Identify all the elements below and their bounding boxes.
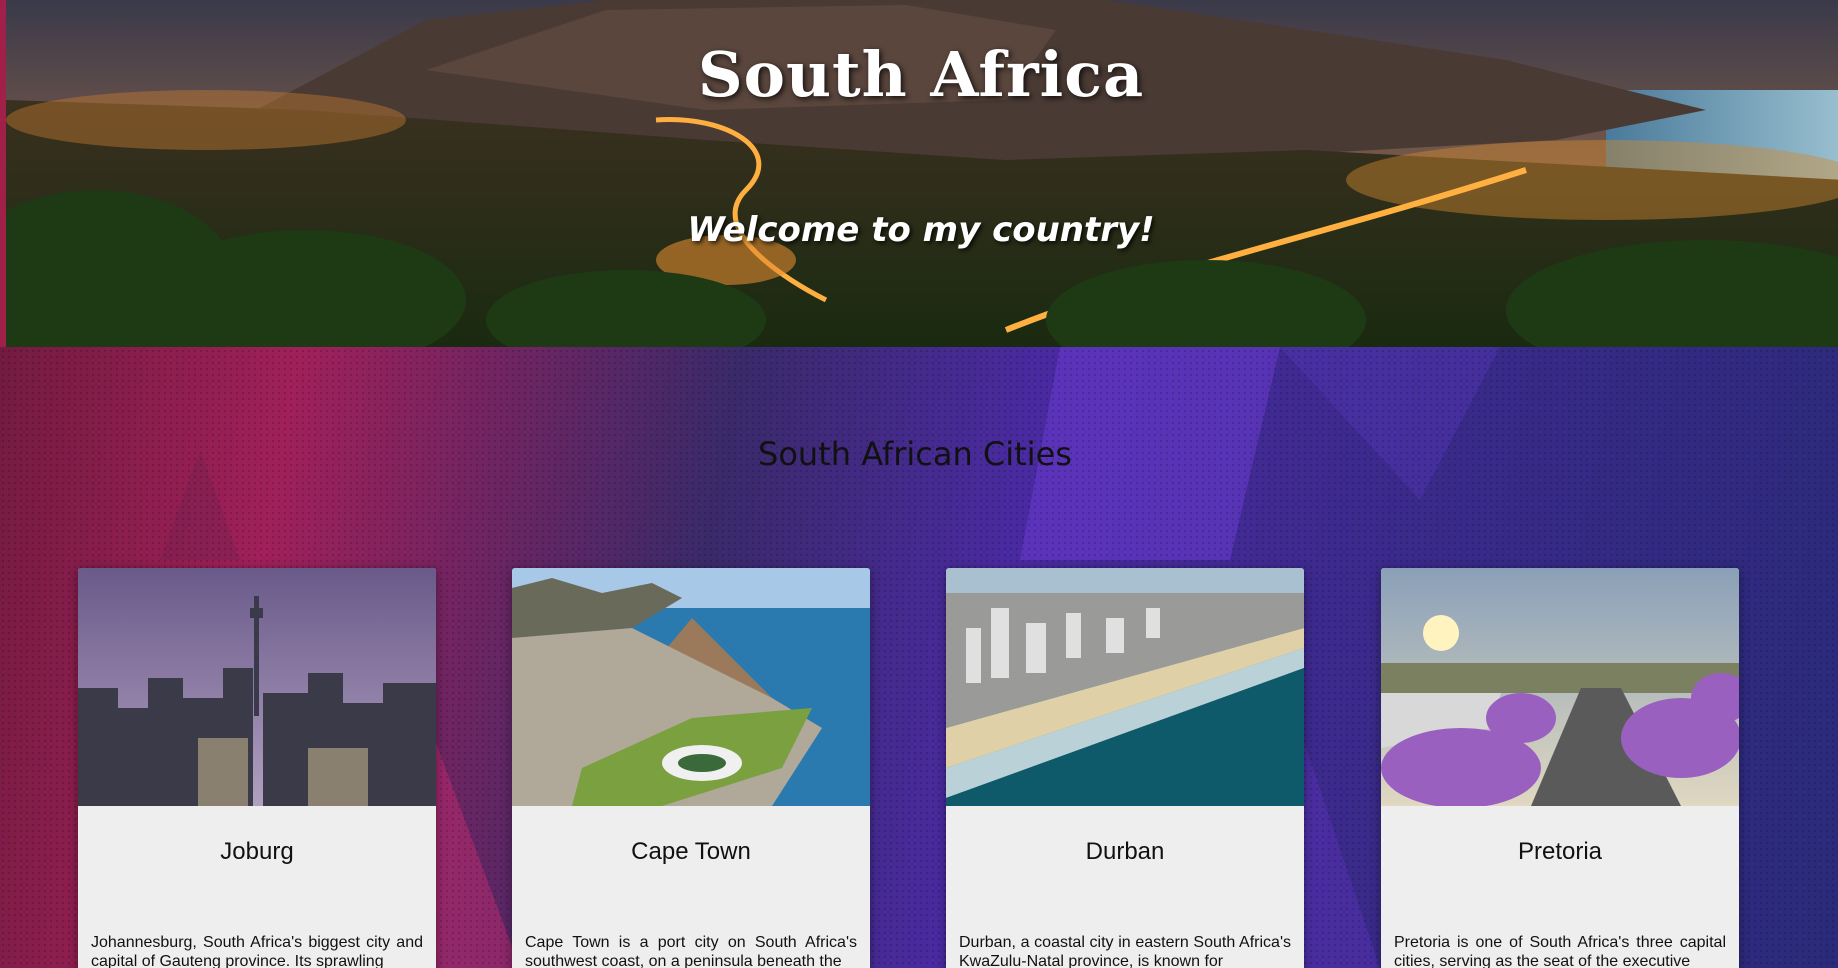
city-name: Cape Town [631,838,751,865]
cities-section-title: South African Cities [758,435,1072,473]
city-description: Johannesburg, South Africa's biggest cit… [91,934,423,968]
cape-town-photo [512,568,870,806]
city-description: Durban, a coastal city in eastern South … [959,934,1291,968]
durban-photo [946,568,1304,806]
city-description: Pretoria is one of South Africa's three … [1394,934,1726,968]
city-name: Joburg [220,838,294,865]
page-title: South Africa [697,38,1145,111]
page-subtitle: Welcome to my country! [687,210,1155,250]
city-card-cape-town: Cape Town Cape Town is a port city on So… [512,568,870,968]
hero-banner: South Africa Welcome to my country! [0,0,1838,347]
city-card-pretoria: Pretoria Pretoria is one of South Africa… [1381,568,1739,968]
city-card-joburg: Joburg Johannesburg, South Africa's bigg… [78,568,436,968]
city-name: Pretoria [1517,838,1603,865]
city-name: Durban [1085,838,1165,865]
pretoria-photo [1381,568,1739,806]
city-card-durban: Durban Durban, a coastal city in eastern… [946,568,1304,968]
joburg-photo [78,568,436,806]
city-description: Cape Town is a port city on South Africa… [525,934,857,968]
